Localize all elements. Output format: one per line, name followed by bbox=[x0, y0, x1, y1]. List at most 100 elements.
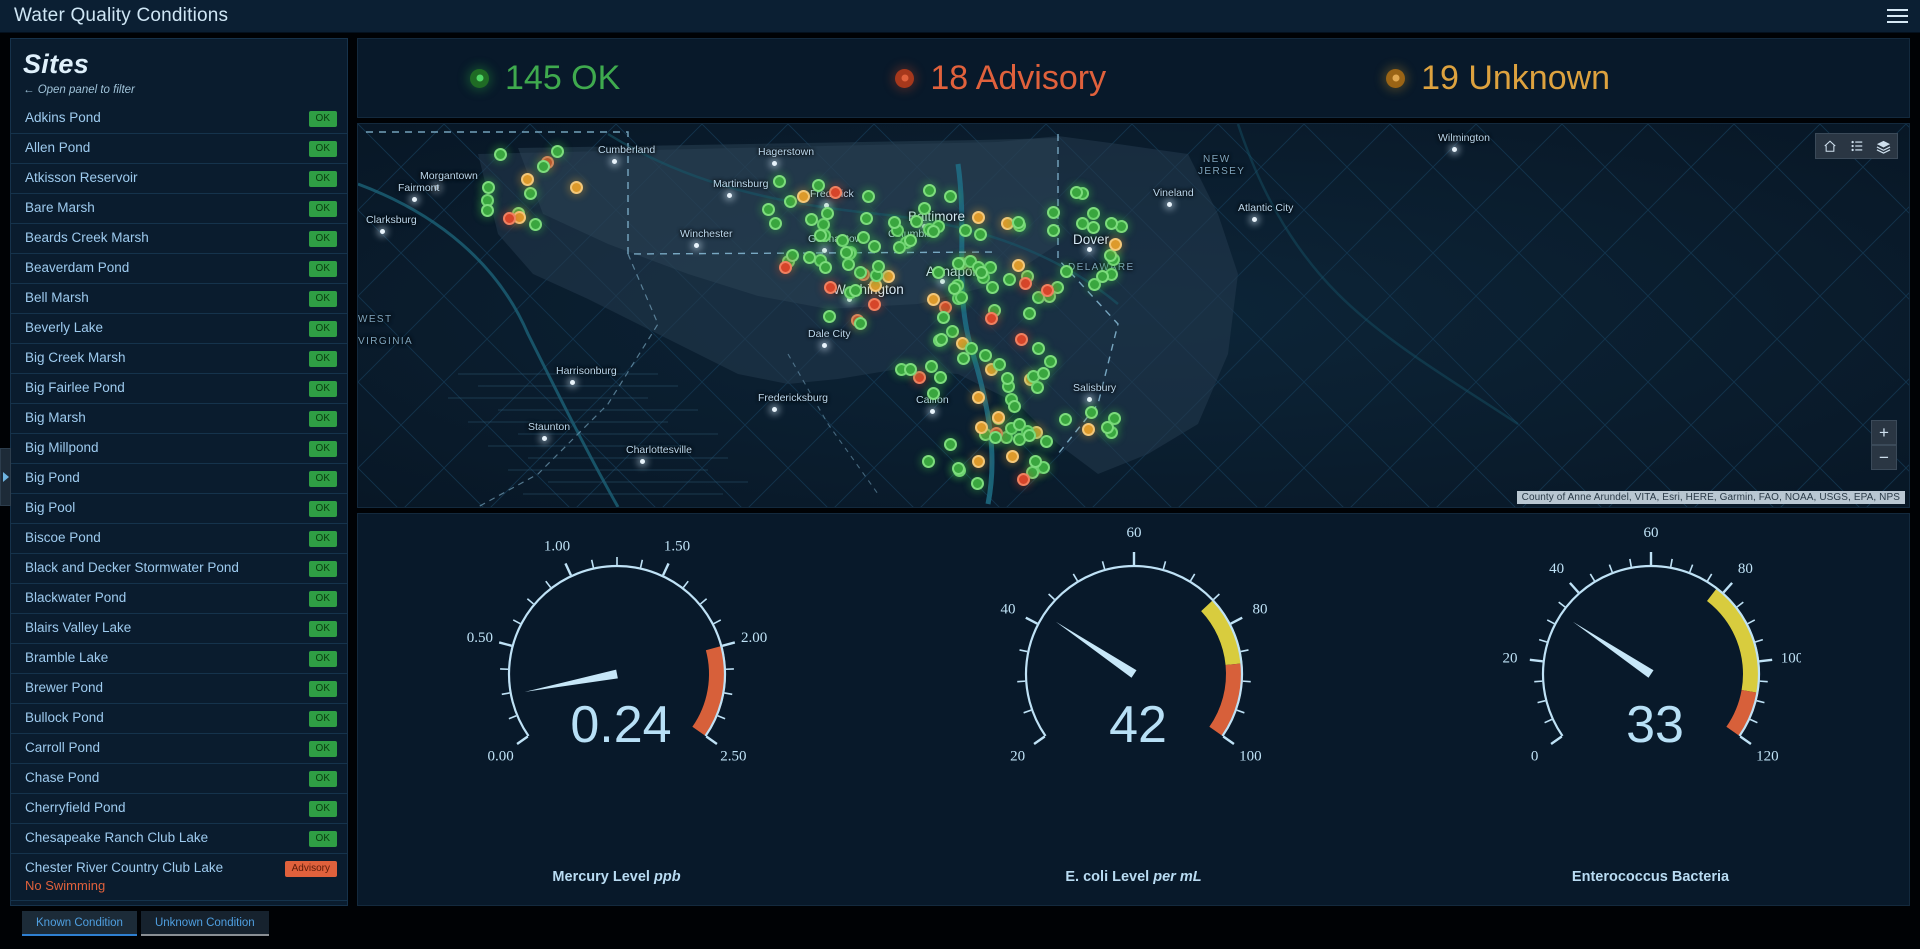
map-site-marker[interactable] bbox=[935, 333, 948, 346]
tab-known-condition[interactable]: Known Condition bbox=[22, 911, 137, 936]
map-site-marker[interactable] bbox=[1040, 435, 1053, 448]
map-site-marker[interactable] bbox=[1059, 413, 1072, 426]
list-item[interactable]: Black and Decker Stormwater PondOK bbox=[11, 553, 347, 583]
map-site-marker[interactable] bbox=[918, 202, 931, 215]
list-item[interactable]: Beaverdam PondOK bbox=[11, 253, 347, 283]
list-item[interactable]: Atkisson ReservoirOK bbox=[11, 163, 347, 193]
map-site-marker[interactable] bbox=[927, 293, 940, 306]
map-site-marker[interactable] bbox=[803, 251, 816, 264]
map-site-marker[interactable] bbox=[946, 325, 959, 338]
map-site-marker[interactable] bbox=[989, 431, 1002, 444]
map-site-marker[interactable] bbox=[952, 257, 965, 270]
map-site-marker[interactable] bbox=[1032, 342, 1045, 355]
map-site-marker[interactable] bbox=[1013, 418, 1026, 431]
map-zoom-controls[interactable]: + − bbox=[1871, 420, 1897, 470]
map-site-marker[interactable] bbox=[762, 203, 775, 216]
map-site-marker[interactable] bbox=[524, 187, 537, 200]
list-item[interactable]: Chase PondOK bbox=[11, 763, 347, 793]
map-site-marker[interactable] bbox=[972, 391, 985, 404]
map-site-marker[interactable] bbox=[927, 225, 940, 238]
map-site-marker[interactable] bbox=[814, 229, 827, 242]
map-site-marker[interactable] bbox=[1105, 217, 1118, 230]
expand-filter-panel-button[interactable] bbox=[0, 448, 11, 506]
map-site-marker[interactable] bbox=[1017, 473, 1030, 486]
status-summary-unk[interactable]: 19 Unknown bbox=[1386, 59, 1610, 98]
map-site-marker[interactable] bbox=[481, 204, 494, 217]
zoom-in-button[interactable]: + bbox=[1871, 420, 1897, 445]
list-item[interactable]: Big PondOK bbox=[11, 463, 347, 493]
list-item[interactable]: Brewer PondOK bbox=[11, 673, 347, 703]
map-site-marker[interactable] bbox=[779, 261, 792, 274]
map-site-marker[interactable] bbox=[923, 184, 936, 197]
list-item[interactable]: Big Creek MarshOK bbox=[11, 343, 347, 373]
list-item[interactable]: Chesapeake Ranch Club LakeOK bbox=[11, 823, 347, 853]
list-item[interactable]: Big Fairlee PondOK bbox=[11, 373, 347, 403]
map-site-marker[interactable] bbox=[910, 215, 923, 228]
list-item[interactable]: Beverly LakeOK bbox=[11, 313, 347, 343]
list-item[interactable]: Carroll PondOK bbox=[11, 733, 347, 763]
map-site-marker[interactable] bbox=[944, 190, 957, 203]
map-site-marker[interactable] bbox=[975, 266, 988, 279]
home-icon[interactable] bbox=[1816, 134, 1843, 158]
map-site-marker[interactable] bbox=[937, 311, 950, 324]
list-item[interactable]: Big MillpondOK bbox=[11, 433, 347, 463]
list-item[interactable]: Bell MarshOK bbox=[11, 283, 347, 313]
list-item[interactable]: Biscoe PondOK bbox=[11, 523, 347, 553]
hamburger-icon[interactable] bbox=[1874, 0, 1920, 33]
list-item[interactable]: Big MarshOK bbox=[11, 403, 347, 433]
list-item[interactable]: Beards Creek MarshOK bbox=[11, 223, 347, 253]
map-site-marker[interactable] bbox=[904, 363, 917, 376]
map-site-marker[interactable] bbox=[1003, 273, 1016, 286]
map-site-marker[interactable] bbox=[975, 421, 988, 434]
map-site-marker[interactable] bbox=[1037, 367, 1050, 380]
map-site-marker[interactable] bbox=[769, 217, 782, 230]
map-site-marker[interactable] bbox=[952, 462, 965, 475]
map-site-marker[interactable] bbox=[1023, 429, 1036, 442]
map-site-marker[interactable] bbox=[948, 282, 961, 295]
map-site-marker[interactable] bbox=[986, 281, 999, 294]
map-site-marker[interactable] bbox=[888, 216, 901, 229]
map-site-marker[interactable] bbox=[868, 240, 881, 253]
tab-unknown-condition[interactable]: Unknown Condition bbox=[141, 911, 269, 936]
map-site-marker[interactable] bbox=[972, 211, 985, 224]
list-item[interactable]: Blackwater PondOK bbox=[11, 583, 347, 613]
map-site-marker[interactable] bbox=[944, 438, 957, 451]
map-site-marker[interactable] bbox=[494, 148, 507, 161]
status-summary-adv[interactable]: 18 Advisory bbox=[895, 59, 1106, 98]
map-site-marker[interactable] bbox=[993, 358, 1006, 371]
map-site-marker[interactable] bbox=[503, 212, 516, 225]
list-item[interactable]: Chester River Country Club LakeNo Swimmi… bbox=[11, 853, 347, 900]
map-site-marker[interactable] bbox=[819, 261, 832, 274]
status-summary-ok[interactable]: 145 OK bbox=[470, 59, 620, 98]
map-site-marker[interactable] bbox=[1041, 284, 1054, 297]
map-site-marker[interactable] bbox=[862, 190, 875, 203]
map-site-marker[interactable] bbox=[1087, 207, 1100, 220]
list-item[interactable]: Big PoolOK bbox=[11, 493, 347, 523]
map-site-marker[interactable] bbox=[1023, 307, 1036, 320]
map-site-marker[interactable] bbox=[1012, 259, 1025, 272]
map-site-marker[interactable] bbox=[823, 310, 836, 323]
map-site-marker[interactable] bbox=[860, 212, 873, 225]
map-site-marker[interactable] bbox=[1087, 221, 1100, 234]
map-site-marker[interactable] bbox=[812, 179, 825, 192]
map-site-marker[interactable] bbox=[854, 317, 867, 330]
map-site-marker[interactable] bbox=[922, 455, 935, 468]
map-toolbar[interactable] bbox=[1815, 133, 1898, 159]
conditions-map[interactable]: WilmingtonCumberlandHagerstownMorgantown… bbox=[357, 123, 1910, 508]
map-site-marker[interactable] bbox=[1012, 216, 1025, 229]
layers-icon[interactable] bbox=[1870, 134, 1897, 158]
list-item[interactable]: Adkins PondOK bbox=[11, 104, 347, 133]
map-site-marker[interactable] bbox=[1070, 186, 1083, 199]
list-item[interactable]: Allen PondOK bbox=[11, 133, 347, 163]
list-item[interactable]: Bullock PondOK bbox=[11, 703, 347, 733]
map-site-marker[interactable] bbox=[854, 266, 867, 279]
list-item[interactable]: Bare MarshOK bbox=[11, 193, 347, 223]
map-site-marker[interactable] bbox=[1101, 421, 1114, 434]
list-item[interactable]: Cherryfield PondOK bbox=[11, 793, 347, 823]
map-site-marker[interactable] bbox=[959, 224, 972, 237]
map-site-marker[interactable] bbox=[904, 234, 917, 247]
sites-list[interactable]: Adkins PondOKAllen PondOKAtkisson Reserv… bbox=[11, 104, 347, 906]
map-site-marker[interactable] bbox=[821, 207, 834, 220]
zoom-out-button[interactable]: − bbox=[1871, 445, 1897, 470]
map-site-marker[interactable] bbox=[1006, 450, 1019, 463]
